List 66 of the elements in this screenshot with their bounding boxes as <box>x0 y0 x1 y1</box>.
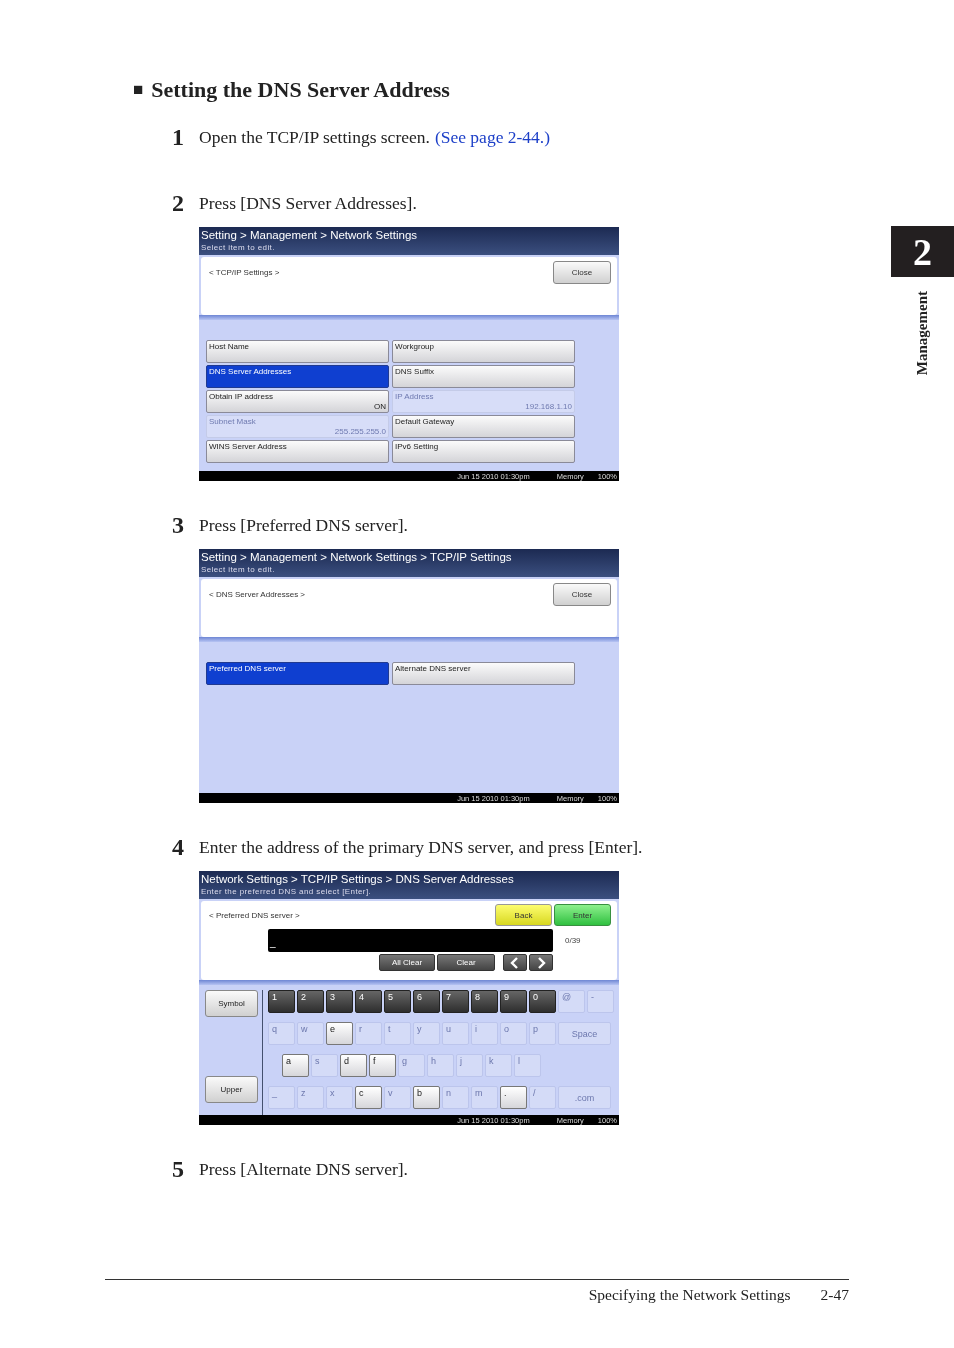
section-label: < TCP/IP Settings > <box>209 268 280 277</box>
step-number: 5 <box>172 1155 185 1183</box>
keyboard-key[interactable]: 6 <box>413 990 440 1013</box>
keyboard-key[interactable]: 0 <box>529 990 556 1013</box>
chevron-right-icon <box>535 956 547 969</box>
keyboard-key[interactable]: 4 <box>355 990 382 1013</box>
step-number: 4 <box>172 833 185 861</box>
menu-item[interactable]: IPv6 Setting <box>392 440 575 463</box>
keyboard-key[interactable]: 1 <box>268 990 295 1013</box>
step-text: Press [DNS Server Addresses]. <box>199 192 417 214</box>
menu-item[interactable]: Workgroup <box>392 340 575 363</box>
keyboard-key[interactable]: e <box>326 1022 353 1045</box>
mode-button[interactable]: Symbol <box>205 990 258 1017</box>
section-heading: Setting the DNS Server Address <box>151 76 450 104</box>
close-button[interactable]: Close <box>553 261 611 284</box>
keyboard-key[interactable]: 5 <box>384 990 411 1013</box>
step-text: Press [Alternate DNS server]. <box>199 1158 408 1180</box>
step-text: Press [Preferred DNS server]. <box>199 514 408 536</box>
enter-button[interactable]: Enter <box>554 904 611 926</box>
keyboard-key[interactable]: a <box>282 1054 309 1077</box>
keyboard-key[interactable]: . <box>500 1086 527 1109</box>
cursor-right-button[interactable] <box>529 954 553 971</box>
menu-item[interactable]: Alternate DNS server <box>392 662 575 685</box>
character-counter: 0/39 <box>565 936 581 945</box>
page-number: 2-47 <box>820 1286 849 1304</box>
menu-item[interactable]: Preferred DNS server <box>206 662 389 685</box>
keyboard-key[interactable]: 3 <box>326 990 353 1013</box>
keyboard-key[interactable]: 9 <box>500 990 527 1013</box>
keyboard-key[interactable]: 8 <box>471 990 498 1013</box>
menu-item[interactable]: WINS Server Address <box>206 440 389 463</box>
clear-button[interactable]: All Clear <box>379 954 435 971</box>
keyboard-key[interactable]: 2 <box>297 990 324 1013</box>
screen-instruction: Select item to edit. <box>201 565 276 575</box>
section-label: < Preferred DNS server > <box>209 911 301 920</box>
step-number: 2 <box>172 189 185 217</box>
step-text: Enter the address of the primary DNS server, and press [Enter]. <box>199 836 643 858</box>
menu-item[interactable]: DNS Suffix <box>392 365 575 388</box>
breadcrumb-title: Network Settings > TCP/IP Settings > DNS Server Addresses <box>201 872 515 887</box>
screen-instruction: Select item to edit. <box>201 243 276 253</box>
chapter-label: Management <box>914 291 931 376</box>
page-link[interactable]: (See page 2-44.) <box>434 126 551 147</box>
menu-item[interactable]: Host Name <box>206 340 389 363</box>
input-field[interactable]: _ <box>268 929 553 952</box>
close-button[interactable]: Close <box>553 583 611 606</box>
menu-item[interactable]: Default Gateway <box>392 415 575 438</box>
breadcrumb-title: Setting > Management > Network Settings <box>201 228 419 243</box>
step-number: 3 <box>172 511 185 539</box>
cursor-left-button[interactable] <box>503 954 527 971</box>
keyboard-key[interactable]: 7 <box>442 990 469 1013</box>
footer-title: Specifying the Network Settings <box>588 1286 791 1304</box>
menu-item[interactable]: Obtain IP address ON <box>206 390 389 413</box>
step-number: 1 <box>172 123 185 151</box>
breadcrumb-title: Setting > Management > Network Settings > TCP/IP Settings <box>201 550 513 565</box>
screen-instruction: Enter the preferred DNS and select [Enter]. <box>201 887 373 897</box>
menu-item[interactable]: DNS Server Addresses <box>206 365 389 388</box>
keyboard-key[interactable]: d <box>340 1054 367 1077</box>
chevron-left-icon <box>509 956 521 969</box>
keyboard-key[interactable]: c <box>355 1086 382 1109</box>
heading-bullet: ■ <box>133 79 144 101</box>
keyboard-key[interactable]: b <box>413 1086 440 1109</box>
keyboard-key[interactable]: f <box>369 1054 396 1077</box>
section-label: < DNS Server Addresses > <box>209 590 306 599</box>
mode-button[interactable]: Upper <box>205 1076 258 1103</box>
clear-button[interactable]: Clear <box>437 954 495 971</box>
step-text: Open the TCP/IP settings screen. (See page 2-44.) <box>199 126 551 148</box>
back-button[interactable]: Back <box>495 904 552 926</box>
